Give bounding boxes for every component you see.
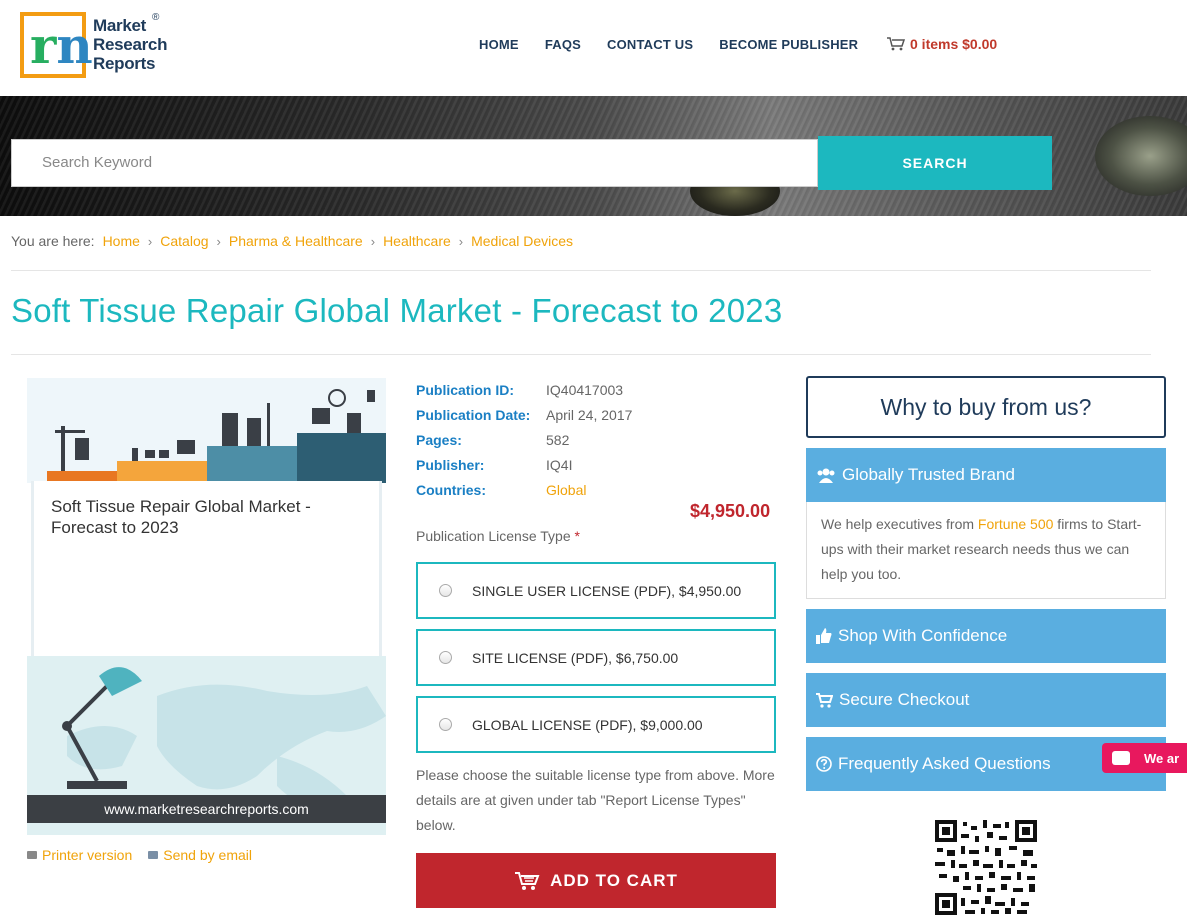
report-cover-image: Soft Tissue Repair Global Market - Forec… xyxy=(27,378,386,835)
publication-date: April 24, 2017 xyxy=(546,406,633,423)
printer-icon xyxy=(27,851,37,859)
thumbs-up-icon xyxy=(816,628,832,644)
panel-shop-with-confidence[interactable]: Shop With Confidence xyxy=(806,609,1166,663)
page-count: 582 xyxy=(546,431,570,448)
detail-row: Publication ID: IQ40417003 xyxy=(416,381,624,398)
license-option-single-user[interactable]: SINGLE USER LICENSE (PDF), $4,950.00 xyxy=(416,562,776,619)
cart-icon xyxy=(515,871,540,890)
radio-button[interactable] xyxy=(439,651,452,664)
fortune-500-link[interactable]: Fortune 500 xyxy=(978,516,1054,532)
search-input[interactable]: Search Keyword xyxy=(11,139,818,187)
license-note: Please choose the suitable license type … xyxy=(416,767,775,833)
site-header: rn Market Research Reports ® HOME FAQS C… xyxy=(0,0,1187,96)
radio-button[interactable] xyxy=(439,584,452,597)
question-circle-icon xyxy=(816,756,832,772)
site-logo[interactable]: rn Market Research Reports ® xyxy=(20,12,170,80)
detail-row: Pages: 582 xyxy=(416,431,570,448)
price: $4,950.00 xyxy=(690,501,771,521)
nav-home[interactable]: HOME xyxy=(479,37,519,52)
countries-link[interactable]: Global xyxy=(546,482,586,498)
cover-illustration xyxy=(27,378,386,483)
factory-illustration xyxy=(47,389,386,483)
breadcrumb-healthcare[interactable]: Healthcare xyxy=(383,233,451,249)
header-cart[interactable]: 0 items $0.00 xyxy=(887,36,997,52)
chevron-right-icon: › xyxy=(458,233,464,249)
chat-bubble-icon xyxy=(1112,751,1130,765)
hero-banner: Search Keyword SEARCH xyxy=(0,96,1187,216)
breadcrumb-catalog[interactable]: Catalog xyxy=(160,233,208,249)
license-option-global[interactable]: GLOBAL LICENSE (PDF), $9,000.00 xyxy=(416,696,776,753)
publication-id: IQ40417003 xyxy=(546,381,624,398)
breadcrumb: You are here: Home › Catalog › Pharma & … xyxy=(11,233,573,249)
printer-version-link[interactable]: Printer version xyxy=(27,847,132,863)
logo-text: Market Research Reports xyxy=(93,16,168,73)
panel-secure-checkout[interactable]: Secure Checkout xyxy=(806,673,1166,727)
chevron-right-icon: › xyxy=(216,233,221,249)
breadcrumb-home[interactable]: Home xyxy=(103,233,140,249)
breadcrumb-pharma-healthcare[interactable]: Pharma & Healthcare xyxy=(229,233,363,249)
nav-faqs[interactable]: FAQS xyxy=(545,37,581,52)
page-title: Soft Tissue Repair Global Market - Forec… xyxy=(11,292,783,329)
add-to-cart-button[interactable]: ADD TO CART xyxy=(416,853,776,908)
email-icon xyxy=(148,851,159,859)
cart-summary: 0 items $0.00 xyxy=(910,36,998,52)
publisher: IQ4I xyxy=(546,456,573,473)
detail-row: Countries: Global xyxy=(416,481,587,498)
chevron-right-icon: › xyxy=(147,233,153,249)
publication-details: Publication ID: IQ40417003 Publication D… xyxy=(416,377,632,502)
share-links: Printer version Send by email xyxy=(27,847,252,863)
cover-title: Soft Tissue Repair Global Market - Forec… xyxy=(51,497,311,537)
qr-code xyxy=(935,820,1037,915)
nav-contact-us[interactable]: CONTACT US xyxy=(607,37,693,52)
panel-globally-trusted-brand[interactable]: Globally Trusted Brand xyxy=(806,448,1166,502)
shopping-cart-icon xyxy=(816,692,833,708)
license-option-site[interactable]: SITE LICENSE (PDF), $6,750.00 xyxy=(416,629,776,686)
logo-mark: rn xyxy=(20,12,93,78)
breadcrumb-label: You are here: xyxy=(11,233,95,249)
users-icon xyxy=(817,468,835,483)
search-button[interactable]: SEARCH xyxy=(818,136,1052,190)
detail-row: Publication Date: April 24, 2017 xyxy=(416,406,633,423)
why-buy-heading: Why to buy from us? xyxy=(806,376,1166,438)
cover-url: www.marketresearchreports.com xyxy=(27,795,386,823)
trusted-brand-description: We help executives from Fortune 500 firm… xyxy=(806,502,1166,599)
live-chat-tab[interactable]: We ar xyxy=(1102,743,1187,773)
breadcrumb-medical-devices[interactable]: Medical Devices xyxy=(471,233,573,249)
detail-row: Publisher: IQ4I xyxy=(416,456,573,473)
send-by-email-link[interactable]: Send by email xyxy=(148,847,252,863)
radio-button[interactable] xyxy=(439,718,452,731)
nav-become-publisher[interactable]: BECOME PUBLISHER xyxy=(719,37,858,52)
chevron-right-icon: › xyxy=(370,233,376,249)
license-type-label: Publication License Type * xyxy=(416,528,580,544)
divider xyxy=(11,270,1151,271)
main-nav: HOME FAQS CONTACT US BECOME PUBLISHER xyxy=(479,37,858,52)
divider xyxy=(11,354,1151,355)
cart-icon xyxy=(887,37,905,51)
